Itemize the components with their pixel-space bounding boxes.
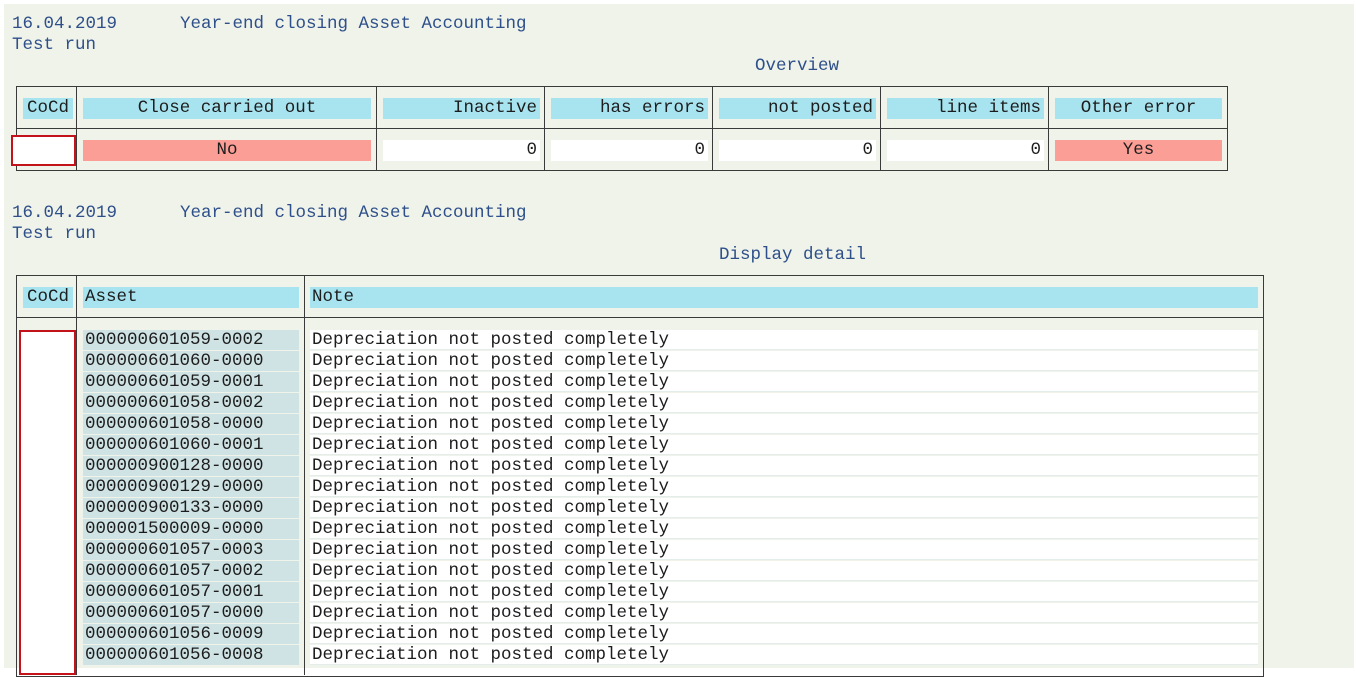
asset-number-cell[interactable]: 000000601057-0000 (83, 603, 299, 623)
cocd-selected-cell[interactable] (11, 135, 76, 166)
note-cell: Depreciation not posted completely (310, 561, 1258, 581)
asset-number-cell[interactable]: 000000601060-0001 (83, 435, 299, 455)
column-header-cocd[interactable]: CoCd (23, 98, 73, 119)
note-cell: Depreciation not posted completely (310, 330, 1258, 350)
section-title-display-detail: Display detail (719, 245, 867, 265)
column-header-not-posted[interactable]: not posted (719, 98, 876, 119)
report-date: 16.04.2019 (12, 14, 118, 34)
asset-number-cell[interactable]: 000000601059-0001 (83, 372, 299, 392)
asset-number-cell[interactable]: 000000900128-0000 (83, 456, 299, 476)
note-cell: Depreciation not posted completely (310, 603, 1258, 623)
line-items-cell[interactable]: 0 (887, 140, 1044, 161)
note-cell: Depreciation not posted completely (310, 645, 1258, 665)
column-header-inactive[interactable]: Inactive (383, 98, 540, 119)
has-errors-cell[interactable]: 0 (551, 140, 708, 161)
note-cell: Depreciation not posted completely (310, 351, 1258, 371)
report-title: Year-end closing Asset Accounting (180, 14, 527, 34)
asset-number-cell[interactable]: 000000601058-0002 (83, 393, 299, 413)
column-header-note[interactable]: Note (310, 287, 1258, 308)
asset-number-cell[interactable]: 000000601058-0000 (83, 414, 299, 434)
other-error-cell[interactable]: Yes (1055, 140, 1222, 161)
asset-number-cell[interactable]: 000000601057-0002 (83, 561, 299, 581)
asset-number-cell[interactable]: 000000601057-0001 (83, 582, 299, 602)
note-cell: Depreciation not posted completely (310, 393, 1258, 413)
note-cell: Depreciation not posted completely (310, 456, 1258, 476)
note-cell: Depreciation not posted completely (310, 414, 1258, 434)
column-header-has-errors[interactable]: has errors (551, 98, 708, 119)
note-cell: Depreciation not posted completely (310, 582, 1258, 602)
note-cell: Depreciation not posted completely (310, 477, 1258, 497)
column-header-other-error[interactable]: Other error (1055, 98, 1222, 119)
column-header-close-carried-out[interactable]: Close carried out (83, 98, 371, 119)
asset-number-cell[interactable]: 000000900133-0000 (83, 498, 299, 518)
asset-number-cell[interactable]: 000000601056-0009 (83, 624, 299, 644)
asset-number-cell[interactable]: 000001500009-0000 (83, 519, 299, 539)
asset-number-cell[interactable]: 000000601056-0008 (83, 645, 299, 665)
asset-number-cell[interactable]: 000000900129-0000 (83, 477, 299, 497)
run-type-label: Test run (12, 35, 97, 55)
note-cell: Depreciation not posted completely (310, 435, 1258, 455)
column-header-asset[interactable]: Asset (83, 287, 299, 308)
column-header-line-items[interactable]: line items (887, 98, 1044, 119)
note-cell: Depreciation not posted completely (310, 372, 1258, 392)
asset-number-cell[interactable]: 000000601059-0002 (83, 330, 299, 350)
note-cell: Depreciation not posted completely (310, 540, 1258, 560)
note-cell: Depreciation not posted completely (310, 498, 1258, 518)
report-date: 16.04.2019 (12, 203, 118, 223)
inactive-cell[interactable]: 0 (383, 140, 540, 161)
cocd-selected-cell[interactable] (19, 330, 76, 675)
section-title-overview: Overview (755, 56, 840, 76)
note-cell: Depreciation not posted completely (310, 624, 1258, 644)
report-title: Year-end closing Asset Accounting (180, 203, 527, 223)
close-carried-out-cell[interactable]: No (83, 140, 371, 161)
run-type-label: Test run (12, 224, 97, 244)
asset-number-cell[interactable]: 000000601060-0000 (83, 351, 299, 371)
column-header-cocd[interactable]: CoCd (23, 287, 73, 308)
not-posted-cell[interactable]: 0 (719, 140, 876, 161)
note-cell: Depreciation not posted completely (310, 519, 1258, 539)
asset-number-cell[interactable]: 000000601057-0003 (83, 540, 299, 560)
